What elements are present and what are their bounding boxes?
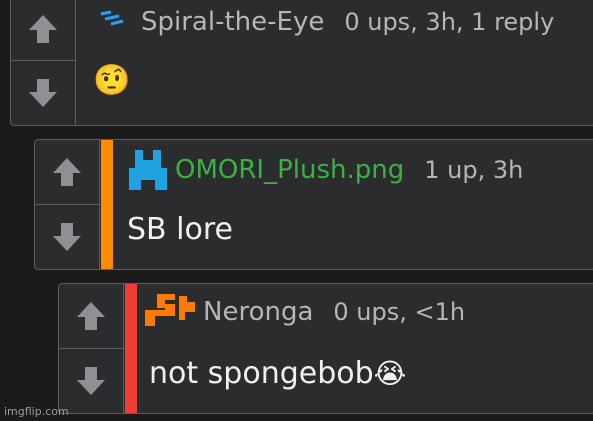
vote-column: [59, 284, 124, 413]
blue-pixel-avatar-icon[interactable]: [129, 148, 167, 192]
comment-username[interactable]: Neronga: [203, 297, 313, 327]
comment-text: SB lore: [127, 212, 233, 247]
comment-meta: 0 ups, <1h: [333, 298, 466, 326]
comment-username[interactable]: OMORI_Plush.png: [175, 155, 404, 185]
downvote-button[interactable]: [11, 61, 75, 125]
comment-spiral-the-eye: Spiral-the-Eye 0 ups, 3h, 1 reply 🤨: [10, 0, 593, 126]
comment-omori-plush: OMORI_Plush.png 1 up, 3h SB lore: [34, 139, 593, 270]
comment-meta: 1 up, 3h: [424, 156, 524, 184]
watermark: imgflip.com: [4, 405, 69, 418]
loudly-crying-emoji-icon: 😭: [373, 357, 407, 390]
vote-column: [35, 140, 100, 269]
raised-eyebrow-emoji-icon: 🤨: [93, 63, 131, 98]
upvote-arrow-icon: [77, 301, 105, 330]
downvote-button[interactable]: [35, 205, 99, 270]
upvote-button[interactable]: [11, 0, 75, 61]
downvote-arrow-icon: [53, 222, 81, 251]
spiral-avatar-icon[interactable]: [97, 8, 129, 36]
reply-depth-stripe: [125, 284, 137, 413]
comment-text: not spongebob: [149, 356, 374, 391]
comment-meta: 0 ups, 3h, 1 reply: [344, 8, 555, 36]
orange-pixel-avatar-icon[interactable]: [145, 292, 197, 332]
upvote-arrow-icon: [29, 14, 57, 43]
upvote-button[interactable]: [35, 140, 99, 205]
downvote-button[interactable]: [59, 349, 123, 414]
upvote-arrow-icon: [53, 157, 81, 186]
comment-username[interactable]: Spiral-the-Eye: [141, 7, 324, 37]
comment-neronga: Neronga 0 ups, <1h not spongebob 😭: [58, 283, 593, 414]
downvote-arrow-icon: [29, 79, 57, 107]
downvote-arrow-icon: [77, 366, 105, 395]
upvote-button[interactable]: [59, 284, 123, 349]
vote-column: [11, 0, 76, 125]
reply-depth-stripe: [101, 140, 113, 269]
